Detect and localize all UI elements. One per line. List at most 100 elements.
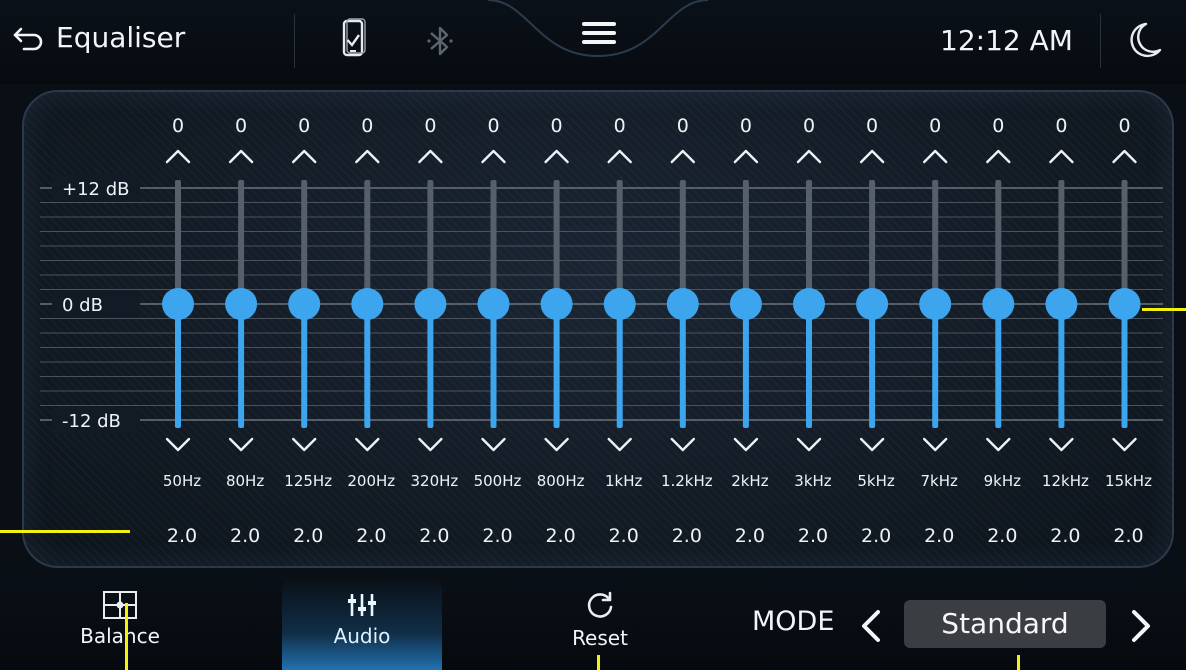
slider-knob[interactable] bbox=[793, 288, 825, 320]
chevron-down-icon[interactable] bbox=[670, 437, 695, 452]
chevron-up-icon[interactable] bbox=[796, 149, 822, 164]
band-q-value: 2.0 bbox=[482, 525, 512, 547]
chevron-up-icon[interactable] bbox=[355, 149, 380, 164]
band-gain-value: 0 bbox=[424, 115, 436, 137]
chevron-up-icon[interactable] bbox=[418, 149, 443, 164]
band-gain-value: 0 bbox=[740, 115, 752, 137]
chevron-down-icon[interactable] bbox=[859, 437, 885, 452]
slider-track bbox=[427, 180, 434, 304]
band-gain-value: 0 bbox=[866, 115, 878, 137]
slider-knob[interactable] bbox=[603, 288, 636, 320]
chevron-up-icon[interactable] bbox=[733, 149, 759, 164]
sliders-icon bbox=[348, 594, 376, 616]
slider-fill bbox=[742, 304, 749, 428]
band-frequency-label: 2kHz bbox=[731, 472, 769, 490]
annotation-line bbox=[597, 655, 600, 670]
slider-knob[interactable] bbox=[1045, 288, 1078, 320]
chevron-up-icon[interactable] bbox=[859, 149, 885, 164]
slider-knob[interactable] bbox=[919, 288, 952, 320]
annotation-line bbox=[125, 603, 128, 670]
band-q-value: 2.0 bbox=[230, 525, 260, 547]
chevron-down-icon[interactable] bbox=[607, 437, 632, 452]
band-gain-value: 0 bbox=[1118, 115, 1130, 137]
chevron-up-icon[interactable] bbox=[165, 149, 191, 164]
slider-knob[interactable] bbox=[351, 288, 384, 320]
band-gain-value: 0 bbox=[551, 115, 563, 137]
slider-fill bbox=[1121, 304, 1128, 428]
band-gain-value: 0 bbox=[992, 115, 1004, 137]
slider-track bbox=[238, 180, 245, 304]
slider-fill bbox=[427, 304, 434, 428]
chevron-down-icon[interactable] bbox=[733, 437, 759, 452]
slider-knob[interactable] bbox=[982, 288, 1015, 320]
slider-knob[interactable] bbox=[666, 288, 699, 320]
balance-label: Balance bbox=[80, 624, 160, 648]
band-frequency-label: 80Hz bbox=[226, 472, 264, 490]
scale-label: 0 dB bbox=[62, 295, 103, 316]
chevron-down-icon[interactable] bbox=[165, 437, 191, 452]
band-q-value: 2.0 bbox=[1050, 525, 1080, 547]
band-frequency-label: 1kHz bbox=[605, 472, 643, 490]
slider-track bbox=[490, 180, 497, 304]
slider-fill bbox=[869, 304, 876, 428]
slider-knob[interactable] bbox=[729, 288, 762, 320]
band-q-value: 2.0 bbox=[924, 525, 954, 547]
band-q-value: 2.0 bbox=[987, 525, 1017, 547]
chevron-down-icon[interactable] bbox=[418, 437, 443, 452]
chevron-up-icon[interactable] bbox=[923, 149, 948, 164]
band-gain-value: 0 bbox=[929, 115, 941, 137]
band-gain-value: 0 bbox=[677, 115, 689, 137]
band-frequency-label: 1.2kHz bbox=[661, 472, 713, 490]
chevron-up-icon[interactable] bbox=[228, 149, 254, 164]
band-frequency-label: 9kHz bbox=[984, 472, 1022, 490]
balance-button[interactable]: Balance bbox=[60, 590, 180, 648]
chevron-up-icon[interactable] bbox=[544, 149, 569, 164]
slider-knob[interactable] bbox=[1108, 288, 1141, 320]
annotation-line bbox=[1142, 308, 1186, 311]
chevron-up-icon[interactable] bbox=[1112, 149, 1137, 164]
chevron-down-icon[interactable] bbox=[292, 437, 317, 452]
reset-button[interactable]: Reset bbox=[540, 590, 660, 650]
band-q-value: 2.0 bbox=[798, 525, 828, 547]
chevron-down-icon[interactable] bbox=[1049, 437, 1074, 452]
slider-knob[interactable] bbox=[162, 288, 194, 320]
chevron-down-icon[interactable] bbox=[986, 437, 1011, 452]
slider-knob[interactable] bbox=[477, 288, 510, 320]
band-frequency-label: 800Hz bbox=[537, 472, 585, 490]
scale-label: +12 dB bbox=[62, 179, 129, 200]
chevron-down-icon[interactable] bbox=[796, 437, 822, 452]
slider-knob[interactable] bbox=[540, 288, 573, 320]
band-q-value: 2.0 bbox=[356, 525, 386, 547]
chevron-down-icon[interactable] bbox=[1112, 437, 1137, 452]
slider-track bbox=[1058, 180, 1065, 304]
band-gain-value: 0 bbox=[1055, 115, 1067, 137]
chevron-down-icon[interactable] bbox=[923, 437, 948, 452]
band-q-value: 2.0 bbox=[545, 525, 575, 547]
chevron-up-icon[interactable] bbox=[1049, 149, 1074, 164]
slider-knob[interactable] bbox=[414, 288, 447, 320]
band-frequency-label: 3kHz bbox=[794, 472, 832, 490]
audio-tab[interactable]: Audio bbox=[282, 578, 442, 670]
slider-track bbox=[616, 180, 623, 304]
chevron-down-icon[interactable] bbox=[228, 437, 254, 452]
band-gain-value: 0 bbox=[172, 115, 184, 137]
slider-fill bbox=[679, 304, 686, 428]
chevron-left-icon[interactable] bbox=[856, 608, 886, 644]
chevron-up-icon[interactable] bbox=[670, 149, 695, 164]
mode-selector[interactable]: Standard bbox=[904, 600, 1106, 648]
chevron-up-icon[interactable] bbox=[292, 149, 317, 164]
chevron-down-icon[interactable] bbox=[355, 437, 380, 452]
slider-track bbox=[869, 180, 876, 304]
slider-knob[interactable] bbox=[225, 288, 258, 320]
band-gain-value: 0 bbox=[803, 115, 815, 137]
slider-knob[interactable] bbox=[856, 288, 889, 320]
slider-knob[interactable] bbox=[288, 288, 321, 320]
chevron-up-icon[interactable] bbox=[986, 149, 1011, 164]
slider-track bbox=[364, 180, 371, 304]
band-gain-value: 0 bbox=[487, 115, 499, 137]
chevron-up-icon[interactable] bbox=[481, 149, 506, 164]
chevron-down-icon[interactable] bbox=[481, 437, 506, 452]
chevron-right-icon[interactable] bbox=[1126, 608, 1156, 644]
chevron-up-icon[interactable] bbox=[607, 149, 632, 164]
chevron-down-icon[interactable] bbox=[544, 437, 569, 452]
